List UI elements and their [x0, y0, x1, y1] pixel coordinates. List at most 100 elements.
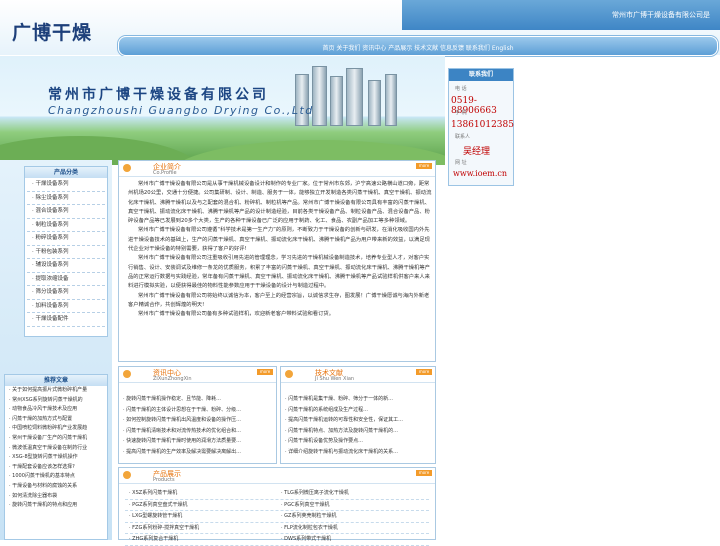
person-label: 联系人 — [455, 134, 471, 140]
banner: 常州市广博干燥设备有限公司 Changzhoushi Guangbo Dryin… — [0, 56, 445, 165]
products-subtitle: Products — [153, 477, 175, 483]
news-item[interactable]: · 闪蒸干燥机的主体设计思想在于干燥、粉碎、分级... — [119, 405, 276, 416]
news-item[interactable]: · 旋转闪蒸干燥机操作稳定、且节能、降耗... — [119, 394, 276, 405]
category-item[interactable]: · 加料设备系列 — [27, 300, 105, 313]
recommended-item[interactable]: · 动物食品冷风干燥技术及应用 — [5, 405, 107, 415]
product-link[interactable]: · FLP流化制粒包衣干燥机 — [277, 523, 429, 534]
recommended-item[interactable]: · 干燥配套设备应该怎样选择? — [5, 463, 107, 473]
section-icon — [285, 370, 293, 378]
nav-links[interactable]: 首页 关于我们 资讯中心 产品展示 技术文献 信息反馈 联系我们 English — [119, 43, 717, 52]
tech-subtitle: Ji Shu Wen Xian — [315, 376, 355, 382]
tech-item[interactable]: · 提高闪蒸干燥机运转的可靠性和安全性，保证其工... — [281, 415, 435, 426]
product-row: · LXG型螺旋转管干燥机 · GZ系列荚壳制粒干燥机 — [125, 511, 429, 523]
contact-title: 联系我们 — [449, 69, 513, 81]
recommended-item[interactable]: · 常州XSG系列旋转闪蒸干燥机的 — [5, 396, 107, 406]
news-item[interactable]: · 快速旋转闪蒸干燥机干燥时使用的润滑方法质量要... — [119, 436, 276, 447]
about-text: 常州市广博干燥设备有限公司是从事干燥机械设备设计和制作的专业厂家。位于常州市东郊… — [128, 180, 432, 319]
tech-list: · 闪蒸干燥机是集干燥、粉碎、筛分于一体的新... · 闪蒸干燥机的系统组成及生产… — [281, 383, 435, 458]
person-value: 吴经理 — [463, 147, 491, 157]
recommended-item[interactable]: · 如何清洗除尘器布袋 — [5, 492, 107, 502]
tech-more-button[interactable]: more — [416, 369, 432, 375]
web-value[interactable]: www.ioem.cn — [453, 169, 507, 178]
about-paragraph: 常州市广博干燥设备有限公司备有多种试验样机，欢迎新老客户带料试验和看订货。 — [138, 311, 334, 318]
product-row: · XSZ系列闪蒸干燥机 · TLG系列微压离子流化干燥机 — [125, 488, 429, 500]
product-link[interactable]: · DWS系列带式干燥机 — [277, 534, 429, 545]
recommended-item[interactable]: · 1000闪蒸干燥机的基本特点 — [5, 472, 107, 482]
tower-building — [368, 80, 381, 126]
about-more-button[interactable]: more — [416, 163, 432, 169]
tower-building — [330, 76, 343, 126]
products-more-button[interactable]: more — [416, 470, 432, 476]
product-link[interactable]: · GZ系列荚壳制粒干燥机 — [277, 511, 429, 522]
category-item[interactable]: · 干燥设备配件 — [27, 313, 105, 327]
recommended-item[interactable]: · 关于如何提高振片式微粉碎机产量 — [5, 386, 107, 396]
product-link[interactable]: · LXG型螺旋转管干燥机 — [125, 511, 277, 522]
recommended-box: 推荐文章 · 关于如何提高振片式微粉碎机产量 · 常州XSG系列旋转闪蒸干燥机的 ·… — [4, 374, 108, 540]
category-item[interactable]: · 干粉包装系列 — [27, 246, 105, 259]
company-top-text: 常州市广博干燥设备有限公司是 — [612, 11, 710, 19]
recommended-item[interactable]: · 微波低温真空干燥设备在制药行业 — [5, 444, 107, 454]
recommended-item[interactable]: · XSG-8型旋转闪蒸干燥机操作 — [5, 453, 107, 463]
products-header: 产品展示 Products more — [119, 468, 435, 484]
category-item[interactable]: · 粉碎设备系列 — [27, 232, 105, 246]
tower-building — [312, 66, 327, 126]
site-logo[interactable]: 广博干燥 — [12, 18, 92, 45]
product-link[interactable]: · PGC系列真空干燥机 — [277, 500, 429, 511]
category-item[interactable]: · 提取浓缩设备 — [27, 273, 105, 286]
product-link[interactable]: · PGZ系列真空盘式干燥机 — [125, 500, 277, 511]
tech-item[interactable]: · 闪蒸干燥机是集干燥、粉碎、筛分于一体的新... — [281, 394, 435, 405]
about-paragraph: 常州市广博干燥设备有限公司将始终以诚信为本，客户至上的经营宗旨，以诚信求生存，图… — [128, 292, 430, 308]
mobile-label: 手 机 — [455, 110, 467, 116]
product-link[interactable]: · ZHG系列复合干燥机 — [125, 534, 277, 545]
tower-building — [295, 74, 309, 126]
recommended-item[interactable]: · 常州干燥设备厂生产的闪蒸干燥机 — [5, 434, 107, 444]
phone-label: 电 话 — [455, 86, 467, 92]
product-link[interactable]: · FZG系列粉碎-搅拌真空干燥机 — [125, 523, 277, 534]
recommended-item[interactable]: · 中国喷粒饲料微粉碎机产业发展趋 — [5, 424, 107, 434]
product-link[interactable]: · TLG系列微压离子流化干燥机 — [277, 488, 429, 499]
category-item[interactable]: · 制粒设备系列 — [27, 219, 105, 232]
section-icon — [123, 471, 131, 479]
category-item[interactable]: · 混合设备系列 — [27, 205, 105, 219]
category-item[interactable]: · 筛分设备系列 — [27, 286, 105, 300]
recommended-title: 推荐文章 — [5, 375, 107, 386]
category-item[interactable]: · 除尘设备系列 — [27, 192, 105, 205]
tower-building — [346, 68, 363, 126]
tech-item[interactable]: · 闪蒸干燥机的系统组成及生产过程... — [281, 405, 435, 416]
product-link[interactable]: · XSZ系列闪蒸干燥机 — [125, 488, 277, 499]
main-content: 企业简介 Co.Profile more 常州市广博干燥设备有限公司是从事干燥机… — [118, 160, 436, 546]
about-paragraph: 常州市广博干燥设备有限公司是从事干燥机械设备设计和制作的专业厂家。位于常州市东郊… — [128, 181, 432, 225]
tech-section: 技术文献 Ji Shu Wen Xian more · 闪蒸干燥机是集干燥、粉碎… — [280, 366, 436, 464]
recommended-item[interactable]: · 旋转闪蒸干燥机的特点和应用 — [5, 501, 107, 511]
recommended-item[interactable]: · 闪蒸干燥的加热方式与配置 — [5, 415, 107, 425]
news-item[interactable]: · 如何控制旋转闪蒸干燥机出风温度和设备的操作压... — [119, 415, 276, 426]
tech-item[interactable]: · 闪蒸干燥机设备优势及操作要点... — [281, 436, 435, 447]
about-paragraph: 常州市广博干燥设备有限公司遵循“科学技术是第一生产力”的原则，不断致力于干燥设备… — [128, 227, 430, 253]
category-list: · 干燥设备系列 · 除尘设备系列 · 混合设备系列 · 制粒设备系列 · 粉碎设备系列… — [25, 178, 107, 327]
about-paragraph: 常州市广博干燥设备有限公司注重吸收引用先进的管理理念，学习先进的干燥机械设备制造… — [128, 255, 430, 290]
news-list: · 旋转闪蒸干燥机操作稳定、且节能、降耗... · 闪蒸干燥机的主体设计思想在于干… — [119, 383, 276, 458]
tech-item[interactable]: · 详细介绍旋转干燥机与振动流化床干燥机的关系... — [281, 447, 435, 458]
products-list: · XSZ系列闪蒸干燥机 · TLG系列微压离子流化干燥机 · PGZ系列真空盘式干… — [119, 484, 435, 546]
about-section: 企业简介 Co.Profile more 常州市广博干燥设备有限公司是从事干燥机… — [118, 160, 436, 362]
products-section: 产品展示 Products more · XSZ系列闪蒸干燥机 · TLG系列微压… — [118, 467, 436, 546]
category-box: 产品分类 · 干燥设备系列 · 除尘设备系列 · 混合设备系列 · 制粒设备系列 · 粉… — [24, 166, 108, 337]
tech-item[interactable]: · 闪蒸干燥机特点、加热方法及旋转闪蒸干燥机的... — [281, 426, 435, 437]
section-icon — [123, 370, 131, 378]
tech-header: 技术文献 Ji Shu Wen Xian more — [281, 367, 435, 383]
category-item[interactable]: · 辅设设备系列 — [27, 259, 105, 273]
product-row: · PGZ系列真空盘式干燥机 · PGC系列真空干燥机 — [125, 500, 429, 511]
main-nav: 首页 关于我们 资讯中心 产品展示 技术文献 信息反馈 联系我们 English — [118, 36, 718, 56]
recommended-list: · 关于如何提高振片式微粉碎机产量 · 常州XSG系列旋转闪蒸干燥机的 · 动物食品… — [5, 386, 107, 511]
recommended-item[interactable]: · 干燥设备与材料的腐蚀的关系 — [5, 482, 107, 492]
news-section: 资讯中心 ZiXunZhongXin more · 旋转闪蒸干燥机操作稳定、且节… — [118, 366, 277, 464]
news-subtitle: ZiXunZhongXin — [153, 376, 192, 382]
banner-company-en: Changzhoushi Guangbo Drying Co.,Ltd — [48, 104, 314, 117]
tower-building — [385, 74, 397, 126]
news-item[interactable]: · 提高闪蒸干燥机的生产效率及解决需要解决离解出... — [119, 447, 276, 458]
category-item[interactable]: · 干燥设备系列 — [27, 178, 105, 192]
mobile-value: 13861012385 — [451, 120, 514, 130]
news-more-button[interactable]: more — [257, 369, 273, 375]
contact-box: 联系我们 电 话 0519-88906663 手 机 13861012385 联… — [448, 68, 514, 186]
news-item[interactable]: · 闪蒸干燥机清晰技术和对流传热技术的优化组合和... — [119, 426, 276, 437]
